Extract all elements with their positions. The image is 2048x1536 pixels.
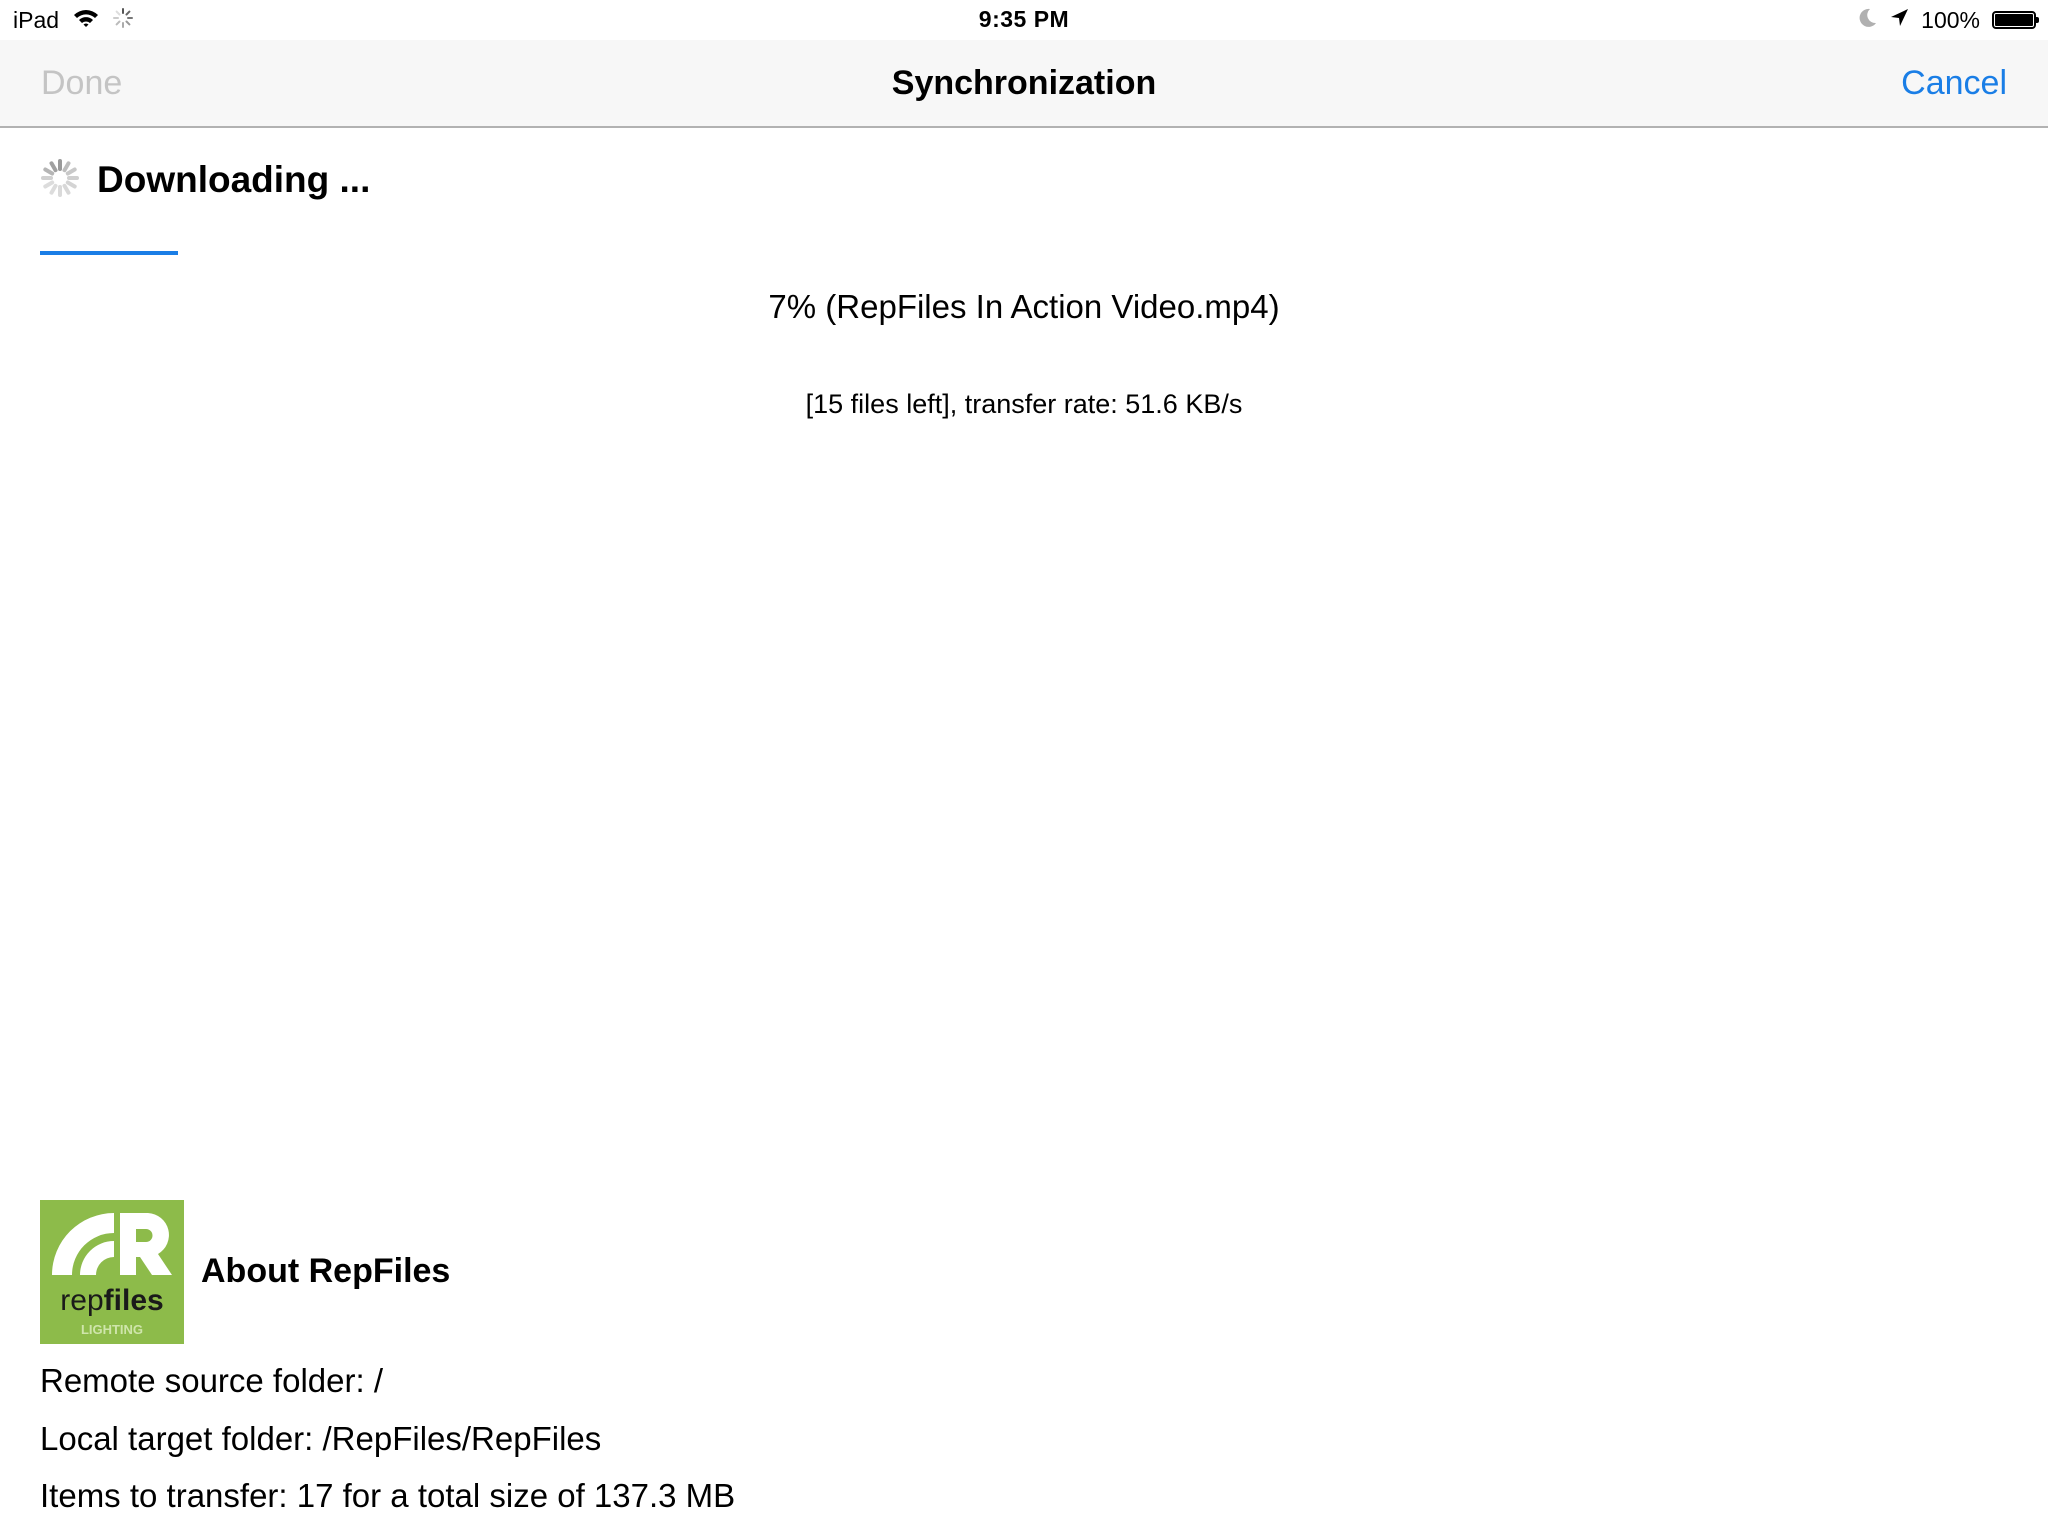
navigation-bar: Done Synchronization Cancel (0, 40, 2048, 128)
status-bar-right: 100% (1859, 6, 2039, 34)
status-bar: iPad 9:35 PM 100% (0, 0, 2048, 40)
about-title: About RepFiles (201, 1252, 451, 1290)
local-target-folder: Local target folder: /RepFiles/RepFiles (40, 1420, 602, 1457)
activity-spinner-icon (40, 158, 80, 203)
svg-text:repfiles: repfiles (60, 1284, 163, 1317)
remote-source-folder: Remote source folder: / (40, 1362, 383, 1399)
cancel-button[interactable]: Cancel (1901, 64, 2007, 103)
battery-percent: 100% (1921, 6, 1980, 33)
do-not-disturb-moon-icon (1859, 7, 1877, 34)
download-status-label: Downloading ... (97, 159, 371, 200)
battery-icon (1992, 11, 2039, 29)
logo-subtitle: LIGHTING (81, 1322, 143, 1337)
progress-text: 7% (RepFiles In Action Video.mp4) (768, 288, 1280, 325)
transfer-info-text: [15 files left], transfer rate: 51.6 KB/… (805, 389, 1243, 419)
battery-level (1995, 14, 2033, 26)
location-arrow-icon (1889, 7, 1909, 34)
download-progress-bar (40, 251, 2008, 255)
page-title: Synchronization (891, 64, 1157, 102)
download-status: Downloading ... (40, 158, 370, 202)
logo-word-bold: files (104, 1284, 164, 1317)
repfiles-logo: repfiles LIGHTING (40, 1200, 184, 1344)
items-to-transfer: Items to transfer: 17 for a total size o… (40, 1477, 736, 1514)
status-time: 9:35 PM (978, 6, 1070, 32)
download-progress-fill (40, 251, 178, 255)
logo-word-light: rep (60, 1284, 103, 1317)
